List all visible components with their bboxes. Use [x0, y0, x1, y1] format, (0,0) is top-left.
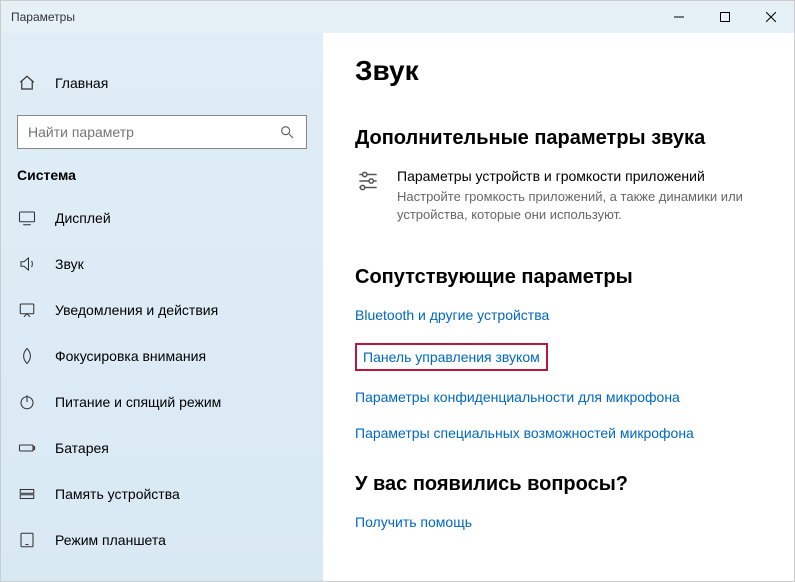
battery-icon [17, 439, 37, 457]
sidebar-item-label: Дисплей [55, 210, 111, 226]
sidebar-group-heading: Система [1, 167, 323, 195]
link-mic-privacy[interactable]: Параметры конфиденциальности для микрофо… [355, 389, 794, 405]
sidebar-item-label: Питание и спящий режим [55, 394, 221, 410]
close-button[interactable] [748, 1, 794, 33]
setting-title: Параметры устройств и громкости приложен… [397, 168, 770, 184]
content-pane: Звук Дополнительные параметры звука Пара… [323, 33, 794, 581]
sidebar-item-label: Батарея [55, 440, 109, 456]
home-button[interactable]: Главная [1, 61, 323, 105]
sidebar-item-label: Уведомления и действия [55, 302, 218, 318]
link-mic-accessibility[interactable]: Параметры специальных возможностей микро… [355, 425, 794, 441]
sidebar: Главная Система Дисплей [1, 33, 323, 581]
sidebar-item-sound[interactable]: Звук [1, 241, 323, 287]
app-volume-setting[interactable]: Параметры устройств и громкости приложен… [355, 168, 794, 224]
search-input-wrapper[interactable] [17, 115, 307, 149]
sidebar-item-label: Память устройства [55, 486, 180, 502]
setting-description: Настройте громкость приложений, а также … [397, 188, 770, 224]
power-icon [17, 393, 37, 411]
sidebar-item-label: Звук [55, 256, 84, 272]
section-heading-advanced: Дополнительные параметры звука [355, 127, 794, 150]
sound-icon [17, 255, 37, 273]
sidebar-item-tablet[interactable]: Режим планшета [1, 517, 323, 563]
tablet-icon [17, 531, 37, 549]
focus-icon [17, 347, 37, 365]
sidebar-item-label: Режим планшета [55, 532, 166, 548]
link-sound-control-panel[interactable]: Панель управления звуком [355, 343, 548, 371]
sliders-icon [355, 168, 381, 224]
section-heading-related: Сопутствующие параметры [355, 266, 794, 289]
sidebar-item-focus[interactable]: Фокусировка внимания [1, 333, 323, 379]
titlebar: Параметры [1, 1, 794, 33]
link-get-help[interactable]: Получить помощь [355, 514, 794, 530]
sidebar-item-notifications[interactable]: Уведомления и действия [1, 287, 323, 333]
section-heading-help: У вас появились вопросы? [355, 473, 794, 496]
sidebar-item-display[interactable]: Дисплей [1, 195, 323, 241]
minimize-button[interactable] [656, 1, 702, 33]
storage-icon [17, 485, 37, 503]
sidebar-item-power[interactable]: Питание и спящий режим [1, 379, 323, 425]
page-title: Звук [355, 55, 794, 87]
sidebar-item-battery[interactable]: Батарея [1, 425, 323, 471]
window-title: Параметры [11, 10, 656, 24]
notifications-icon [17, 301, 37, 319]
display-icon [17, 209, 37, 227]
link-bluetooth[interactable]: Bluetooth и другие устройства [355, 307, 794, 323]
search-icon [278, 124, 296, 140]
sidebar-item-label: Фокусировка внимания [55, 348, 206, 364]
search-input[interactable] [28, 124, 278, 140]
home-label: Главная [55, 75, 108, 91]
home-icon [17, 74, 37, 92]
sidebar-item-storage[interactable]: Память устройства [1, 471, 323, 517]
maximize-button[interactable] [702, 1, 748, 33]
